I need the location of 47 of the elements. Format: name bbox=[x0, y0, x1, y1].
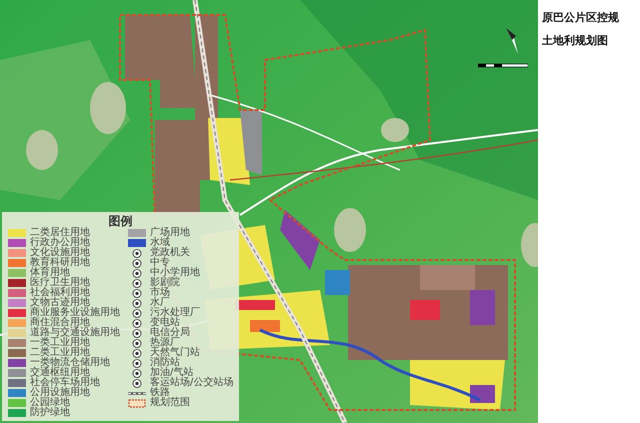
legend-label: 社会停车场用地 bbox=[30, 378, 100, 388]
scale-bar-icon bbox=[478, 62, 528, 70]
village-area bbox=[90, 82, 126, 134]
legend-label: 客运站场/公交站场 bbox=[150, 378, 234, 388]
legend-label: 热源厂 bbox=[150, 338, 180, 348]
legend-label: 文化设施用地 bbox=[30, 248, 90, 258]
map-title: 土地利规划图 bbox=[542, 33, 609, 48]
legend-label: 水域 bbox=[150, 238, 170, 248]
legend-label: 一类物流仓储用地 bbox=[30, 358, 110, 368]
legend-label: 教育科研用地 bbox=[30, 258, 90, 268]
legend-label: 变电站 bbox=[150, 318, 180, 328]
legend-label: 中小学用地 bbox=[150, 268, 200, 278]
legend-label: 商住混合用地 bbox=[30, 318, 90, 328]
legend-label: 行政办公用地 bbox=[30, 238, 90, 248]
legend-label: 水厂 bbox=[150, 298, 170, 308]
legend-label: 一类工业用地 bbox=[30, 338, 90, 348]
legend-label: 道路与交通设施用地 bbox=[30, 328, 120, 338]
legend-label: 影剧院 bbox=[150, 278, 180, 288]
legend-label: 天然气门站 bbox=[150, 348, 200, 358]
legend-label: 中专 bbox=[150, 258, 170, 268]
legend-label: 交通枢纽用地 bbox=[30, 368, 90, 378]
legend-label: 市场 bbox=[150, 288, 170, 298]
legend-label: 商业服务业设施用地 bbox=[30, 308, 120, 318]
legend-label: 消防站 bbox=[150, 358, 180, 368]
legend-label: 电信分局 bbox=[150, 328, 190, 338]
village-area bbox=[26, 130, 58, 170]
village-area bbox=[334, 208, 366, 252]
village-area bbox=[381, 118, 409, 142]
legend-label: 体育用地 bbox=[30, 268, 70, 278]
legend-label: 医疗卫生用地 bbox=[30, 278, 90, 288]
legend-label: 党政机关 bbox=[150, 248, 190, 258]
village-area bbox=[521, 223, 538, 267]
legend-label: 广场用地 bbox=[150, 228, 190, 238]
legend-label: 公园绿地 bbox=[30, 398, 70, 408]
legend-label: 二类居住用地 bbox=[30, 228, 90, 238]
land-parcel bbox=[280, 210, 320, 270]
legend-label: 加油/气站 bbox=[150, 368, 194, 378]
legend-label: 社会福利用地 bbox=[30, 288, 90, 298]
legend-label: 文物古迹用地 bbox=[30, 298, 90, 308]
legend-label: 铁路 bbox=[150, 388, 170, 398]
legend-title: 图例 bbox=[108, 214, 133, 228]
legend-label: 防护绿地 bbox=[30, 408, 70, 418]
map-title: 原巴公片区控规 bbox=[542, 10, 620, 25]
legend-label: 污水处理厂 bbox=[150, 308, 200, 318]
legend-label: 规划范围 bbox=[150, 398, 190, 408]
legend-label: 二类工业用地 bbox=[30, 348, 90, 358]
legend-label: 公用设施用地 bbox=[30, 388, 90, 398]
